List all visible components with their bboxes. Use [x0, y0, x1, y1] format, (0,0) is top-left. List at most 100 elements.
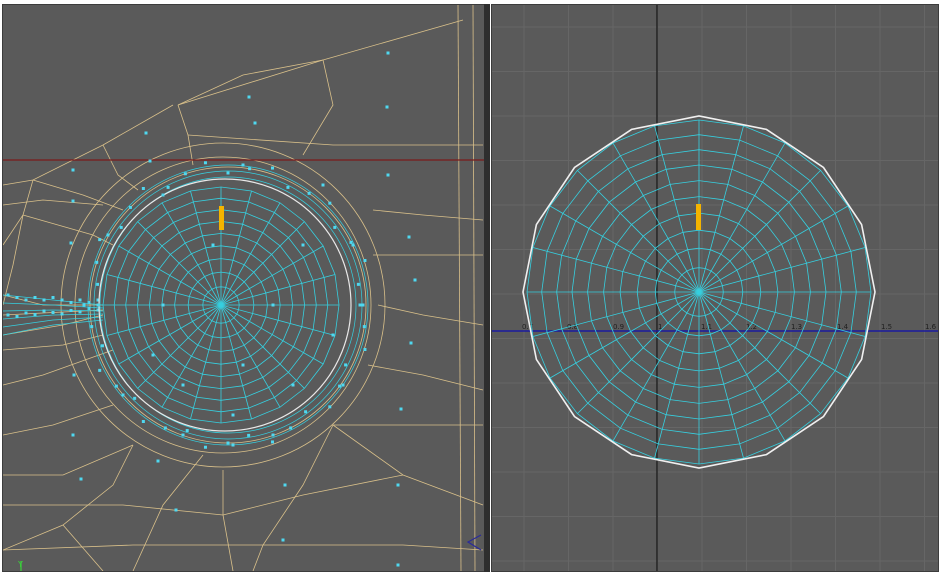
vertex [344, 363, 348, 367]
vertex [24, 311, 28, 315]
vertex [356, 282, 360, 286]
vertex [203, 161, 207, 165]
vertex [291, 383, 295, 387]
vertex [181, 433, 185, 437]
perspective-canvas[interactable]: Y [3, 5, 484, 571]
vertex [6, 313, 10, 317]
vertex [349, 240, 353, 244]
vertex [69, 301, 73, 304]
vertex [151, 353, 155, 357]
vertex [386, 173, 390, 177]
vertex [247, 433, 251, 437]
vertex [90, 325, 94, 329]
uv-canvas[interactable]: 0.7 0.8 0.9 1 1.1 1.2 1.3 1.4 1.5 1.6 [492, 5, 938, 571]
vertex [361, 303, 365, 307]
vertex [396, 483, 400, 487]
uv-shell-mesh [526, 119, 872, 465]
vertex [33, 296, 37, 299]
vertex [100, 344, 104, 348]
vertex [289, 426, 293, 430]
vertex [98, 368, 102, 372]
vertex [338, 384, 342, 388]
vertex [363, 347, 367, 351]
vertex [413, 278, 417, 282]
vertex [79, 477, 83, 481]
mesh-spoke [698, 291, 849, 379]
vertex [163, 426, 167, 430]
vertex [82, 303, 86, 307]
vertex [328, 201, 332, 205]
vertex [351, 243, 355, 247]
tick-label: 1 [658, 323, 662, 331]
vertex [161, 193, 165, 197]
vertex [328, 405, 332, 409]
vertex [304, 410, 308, 414]
tick-label: 1.6 [925, 323, 937, 331]
vertex [121, 393, 125, 397]
vertex [399, 407, 403, 411]
vertex [42, 309, 46, 313]
vertex [231, 443, 235, 447]
vertex [72, 373, 76, 377]
vertex [69, 241, 73, 245]
vertex [106, 233, 110, 237]
vertex [248, 167, 252, 171]
uv-viewport[interactable]: 0.7 0.8 0.9 1 1.1 1.2 1.3 1.4 1.5 1.6 [491, 4, 939, 572]
vertex [156, 459, 160, 463]
vertex [301, 243, 305, 247]
tick-label: 1.5 [881, 323, 892, 331]
vertex [119, 225, 123, 229]
vertex [42, 298, 46, 302]
viewport-divider[interactable] [484, 4, 490, 572]
vertex [226, 171, 230, 175]
pivot-marker[interactable] [696, 204, 701, 230]
vertex [241, 363, 245, 367]
vertex [331, 333, 335, 337]
vertex [15, 315, 19, 318]
vertex [270, 166, 274, 170]
vertex [78, 298, 82, 302]
mesh-spoke [698, 142, 786, 293]
vertex [307, 191, 311, 195]
mesh-spoke [612, 291, 700, 442]
u-axis-ticks: 0.7 0.8 0.9 1 1.1 1.2 1.3 1.4 1.5 1.6 [522, 323, 937, 331]
vertex [333, 225, 337, 229]
mesh-spoke [698, 291, 821, 414]
vertex [96, 282, 100, 286]
vertex [183, 172, 187, 176]
vertex [161, 303, 165, 307]
vertex [253, 121, 257, 125]
vertex [71, 433, 75, 437]
vertex [283, 483, 287, 487]
vertex [128, 205, 132, 209]
pivot-marker[interactable] [219, 206, 224, 230]
axis-gizmo-label: Y [17, 560, 23, 569]
vertex [203, 445, 207, 449]
tick-label: 1.1 [701, 323, 712, 331]
mesh-vertices [69, 51, 417, 567]
vertex [71, 168, 75, 172]
vertex [385, 105, 389, 109]
tick-label: 1.3 [791, 323, 802, 331]
vertex [241, 163, 245, 167]
vertex [211, 243, 215, 247]
vertex [409, 341, 413, 345]
vertex [226, 441, 230, 445]
mesh-spoke [577, 170, 700, 293]
vertex [6, 293, 10, 297]
vertex [341, 383, 345, 387]
tick-label: 0.9 [613, 323, 624, 331]
vertex [286, 185, 290, 189]
vertex [95, 260, 99, 264]
vertex [363, 259, 367, 263]
vertex [96, 303, 100, 307]
vertex [133, 396, 137, 400]
vertex [407, 235, 411, 239]
vertex [33, 313, 37, 316]
vertex [60, 312, 64, 316]
perspective-viewport[interactable]: Y [2, 4, 485, 572]
vertex [181, 383, 185, 387]
vertex [247, 95, 251, 99]
vertex [144, 131, 148, 135]
mesh-spoke [549, 291, 700, 379]
